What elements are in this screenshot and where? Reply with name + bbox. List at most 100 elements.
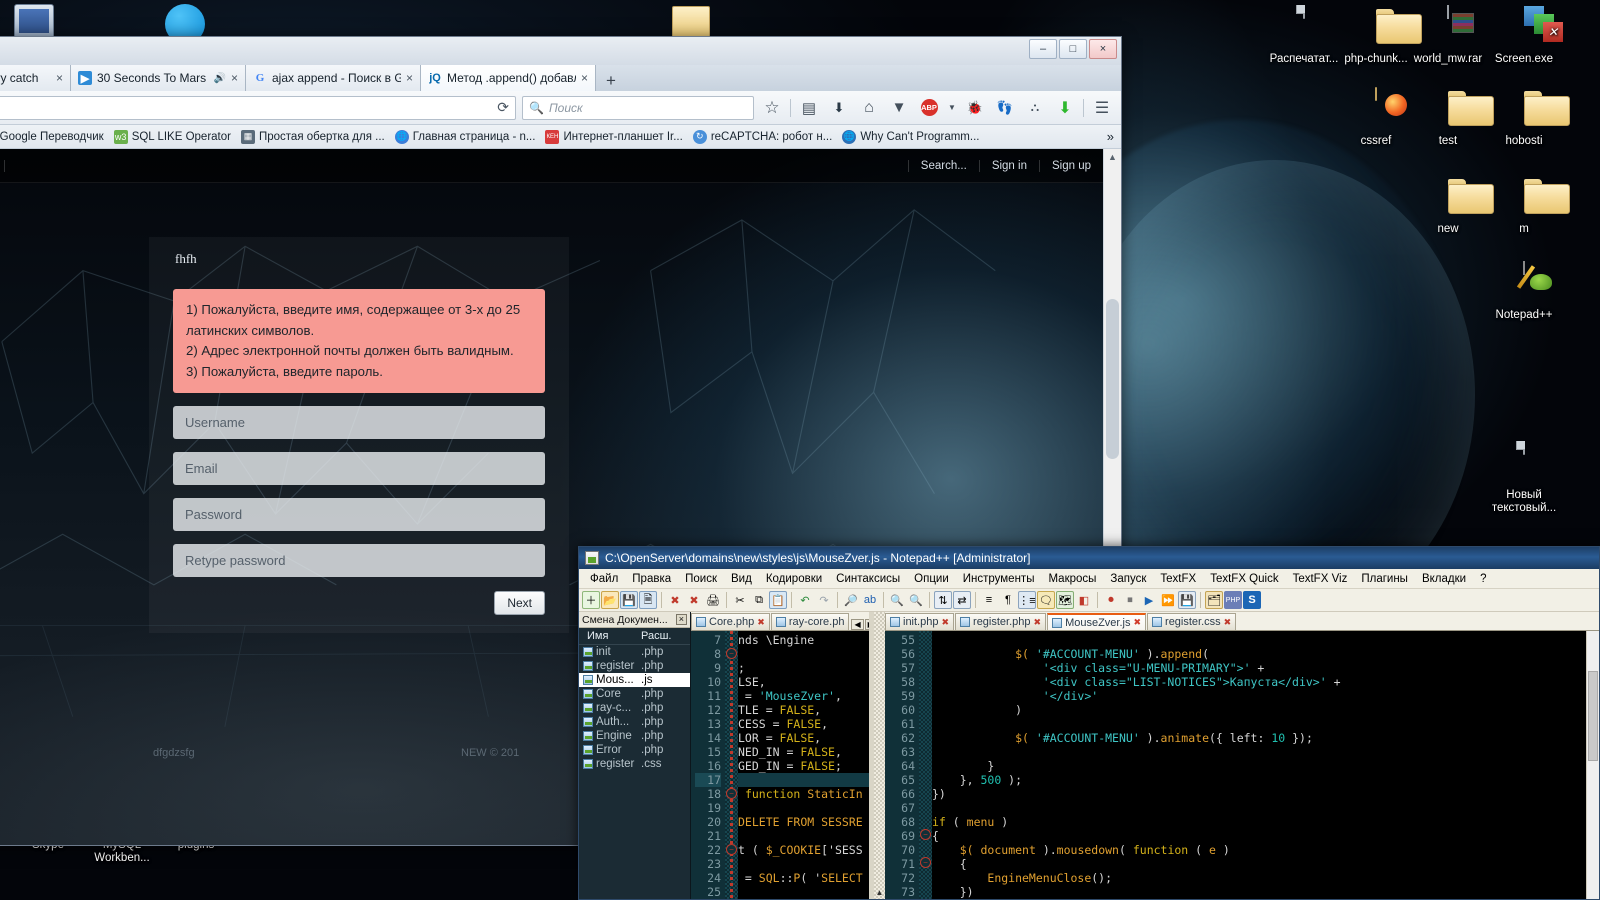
sign-in-button[interactable]: Sign in: [978, 159, 1039, 172]
search-input[interactable]: 🔍 Поиск: [522, 95, 754, 120]
close-icon[interactable]: ×: [581, 71, 588, 85]
close-icon[interactable]: ✖: [941, 617, 949, 628]
replace-icon[interactable]: ab: [861, 591, 879, 609]
browser-tab-2[interactable]: G ajax append - Поиск в Goog ×: [246, 65, 421, 91]
spell-check-icon[interactable]: S: [1243, 591, 1261, 609]
editor-tab-core-php[interactable]: Core.php ✖: [691, 613, 770, 630]
reload-icon[interactable]: ⟳: [497, 99, 509, 116]
fold-collapse-icon[interactable]: −: [920, 857, 931, 868]
desktop-icon-m[interactable]: m: [1476, 176, 1572, 236]
map-scroll-icon[interactable]: ▲: [874, 888, 885, 897]
chevron-down-icon[interactable]: ▼: [947, 96, 957, 120]
menu-textfx[interactable]: TextFX: [1153, 571, 1203, 587]
browser-tabstrip[interactable]: ошибок try catch × ▶ 30 Seconds To Mars …: [0, 65, 1121, 91]
bookmark-item[interactable]: w3 SQL LIKE Operator: [111, 129, 234, 145]
document-map-left[interactable]: ▲: [874, 612, 885, 899]
find-icon[interactable]: 🔎: [842, 591, 860, 609]
menu-textfx-viz[interactable]: TextFX Viz: [1286, 571, 1355, 587]
desktop-icon-new-text-document[interactable]: Новый текстовый...: [1476, 441, 1572, 515]
undo-icon[interactable]: ↶: [796, 591, 814, 609]
menu-encoding[interactable]: Кодировки: [759, 571, 829, 587]
document-switcher-row[interactable]: Auth... .php: [579, 715, 690, 729]
code-editor-right[interactable]: 55 56 57 58 59 60 61 62 63 64 65 66 67 68 69 70 71 72 73 −…: [885, 631, 1599, 899]
fold-collapse-icon[interactable]: −: [726, 788, 737, 799]
browser-tab-3[interactable]: jQ Метод .append() добавляет ×: [421, 65, 596, 91]
bookmarks-overflow-button[interactable]: »: [1104, 128, 1117, 145]
firebug-icon[interactable]: 🐞: [963, 96, 987, 120]
desktop-folder-icon[interactable]: [672, 6, 710, 38]
menu-tools[interactable]: Инструменты: [956, 571, 1042, 587]
download-manager-icon[interactable]: ⬇: [1053, 96, 1077, 120]
close-icon[interactable]: ×: [231, 71, 238, 85]
document-switcher-row[interactable]: register .php: [579, 659, 690, 673]
play-multiple-icon[interactable]: ⏩: [1159, 591, 1177, 609]
registration-form[interactable]: fhfh 1) Пожалуйста, введите имя, содержа…: [149, 237, 569, 633]
doc-map-icon[interactable]: 🗺: [1056, 591, 1074, 609]
notifications-counter[interactable]: ения (0): [0, 159, 5, 172]
site-topbar[interactable]: ения (0) Search... Sign in Sign up: [0, 149, 1103, 183]
menu-plugins[interactable]: Плагины: [1354, 571, 1415, 587]
notepadpp-titlebar[interactable]: C:\OpenServer\domains\new\styles\js\Mous…: [579, 547, 1599, 569]
retype-password-input[interactable]: Retype password: [173, 544, 545, 577]
record-macro-icon[interactable]: ⏺: [1102, 591, 1120, 609]
editor-scrollbar-right[interactable]: [1586, 631, 1599, 899]
notepadpp-body[interactable]: Смена Докумен... × Имя Расш. init .php reg…: [579, 612, 1599, 899]
next-button[interactable]: Next: [494, 591, 545, 615]
menu-file[interactable]: Файл: [583, 571, 625, 587]
bookmark-star-icon[interactable]: ☆: [760, 96, 784, 120]
document-switcher-row[interactable]: Mous... .js: [579, 673, 690, 687]
menu-edit[interactable]: Правка: [625, 571, 678, 587]
document-switcher-row[interactable]: Core .php: [579, 687, 690, 701]
bookmark-item[interactable]: ▦ Простая обертка для ...: [238, 129, 388, 145]
fold-collapse-icon[interactable]: −: [726, 844, 737, 855]
editor-tab-mousezver-js[interactable]: MouseZver.js ✖: [1047, 613, 1147, 630]
fold-collapse-icon[interactable]: −: [726, 648, 737, 659]
editor-tab-register-php[interactable]: register.php ✖: [955, 613, 1047, 630]
sitemap-icon[interactable]: ⛬: [1023, 96, 1047, 120]
document-switcher-row[interactable]: init .php: [579, 645, 690, 659]
sync-v-scroll-icon[interactable]: ⇅: [934, 591, 952, 609]
address-bar[interactable]: ⟳: [0, 95, 516, 120]
notepadpp-toolbar[interactable]: ＋ 📂 💾 🗎 ✖ ✖ 🖨 ✂ ⧉ 📋 ↶ ↷ 🔎 ab 🔍 🔍 ⇅ ⇄ ≡ ¶…: [579, 589, 1599, 612]
hamburger-menu-icon[interactable]: ☰: [1090, 96, 1114, 120]
bookmark-item[interactable]: КЕН Интернет-планшет Ir...: [542, 129, 685, 145]
column-ext[interactable]: Расш.: [641, 630, 690, 642]
column-name[interactable]: Имя: [579, 630, 641, 642]
browser-navbar[interactable]: ⟳ 🔍 Поиск ☆ ▤ ⬇ ⌂ ▼ ABP ▼ 🐞 👣 ⛬ ⬇ ☰: [0, 91, 1121, 125]
stop-macro-icon[interactable]: ⏹: [1121, 591, 1139, 609]
scrollbar-thumb[interactable]: [1588, 671, 1598, 761]
reading-list-icon[interactable]: ▤: [797, 96, 821, 120]
browser-tab-0[interactable]: ошибок try catch ×: [0, 65, 71, 91]
scrollbar-thumb[interactable]: [1106, 299, 1119, 459]
close-all-icon[interactable]: ✖: [685, 591, 703, 609]
fold-collapse-icon[interactable]: −: [920, 829, 931, 840]
password-input[interactable]: Password: [173, 498, 545, 531]
username-input[interactable]: Username: [173, 406, 545, 439]
editor-tab-ray-core-php[interactable]: ray-core.ph: [770, 613, 850, 630]
close-icon[interactable]: ✖: [1034, 617, 1042, 628]
browser-titlebar[interactable]: – □ ×: [0, 37, 1121, 65]
document-switcher-panel[interactable]: Смена Докумен... × Имя Расш. init .php reg…: [579, 612, 691, 899]
desktop-icon-screen-exe[interactable]: Screen.exe: [1476, 6, 1572, 66]
document-switcher-row[interactable]: register .css: [579, 757, 690, 771]
word-wrap-icon[interactable]: ≡: [980, 591, 998, 609]
editor-tab-register-css[interactable]: register.css ✖: [1147, 613, 1237, 630]
menu-settings[interactable]: Опции: [907, 571, 956, 587]
sign-up-button[interactable]: Sign up: [1038, 159, 1103, 172]
document-switcher-row[interactable]: Error .php: [579, 743, 690, 757]
scroll-up-icon[interactable]: ▲: [1104, 149, 1121, 166]
open-file-icon[interactable]: 📂: [601, 591, 619, 609]
fold-margin-right[interactable]: − −: [919, 631, 932, 899]
code-text-left[interactable]: nds \Engine ; LSE, = 'MouseZver', TLE = FA…: [738, 631, 869, 899]
notepadpp-window[interactable]: C:\OpenServer\domains\new\styles\js\Mous…: [578, 546, 1600, 900]
menu-textfx-quick[interactable]: TextFX Quick: [1203, 571, 1285, 587]
zoom-out-icon[interactable]: 🔍: [907, 591, 925, 609]
bookmark-item[interactable]: G Google Переводчик: [0, 129, 107, 145]
editor-pane-left[interactable]: Core.php ✖ ray-core.ph ◀ ▶ 7891011121314…: [691, 612, 869, 899]
tab-scroll-left-icon[interactable]: ◀: [851, 619, 864, 630]
close-file-icon[interactable]: ✖: [666, 591, 684, 609]
redo-icon[interactable]: ↷: [815, 591, 833, 609]
browser-tab-1[interactable]: ▶ 30 Seconds To Mars - Str 🔊 ×: [71, 65, 246, 91]
close-icon[interactable]: ✖: [757, 617, 765, 628]
save-icon[interactable]: 💾: [620, 591, 638, 609]
